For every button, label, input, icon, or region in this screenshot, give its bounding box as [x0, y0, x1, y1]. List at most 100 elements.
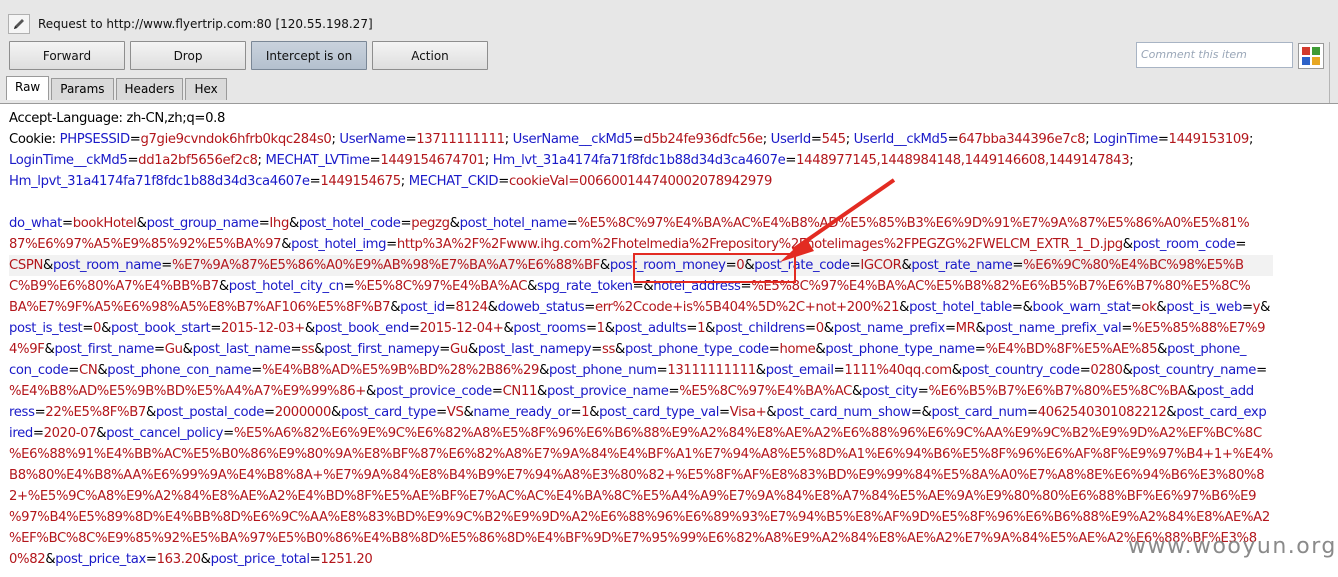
body-line: B8%80%E4%B8%AA%E6%99%9A%E4%B8%8A+%E7%9A%… — [9, 465, 1273, 486]
param-name: post_adults — [614, 321, 687, 336]
separator-text: & — [366, 384, 376, 399]
body-line: con_code=CN&post_phone_con_name=%E4%B8%A… — [9, 360, 1273, 381]
separator-text: & — [218, 279, 229, 294]
param-name: post_card_exp — [1176, 405, 1267, 420]
separator-text: = — [32, 426, 44, 441]
separator-text: = — [309, 174, 321, 189]
separator-text: = — [127, 153, 139, 168]
separator-text: = — [343, 279, 355, 294]
separator-text: & — [487, 300, 498, 315]
param-value: bookHotel — [72, 216, 137, 231]
param-name: LoginTime__ckMd5 — [9, 153, 128, 168]
separator-text: = — [566, 216, 578, 231]
separator-text: Cookie: — [9, 132, 60, 147]
param-value: 2000000 — [274, 405, 332, 420]
param-value: 0280 — [1090, 363, 1123, 378]
tab-headers[interactable]: Headers — [115, 78, 184, 100]
param-value: %E6%9C%80%E4%BC%98%E5%B — [1023, 258, 1244, 273]
param-name: post_country_code — [961, 363, 1080, 378]
intercept-toggle-button[interactable]: Intercept is on — [251, 41, 367, 70]
separator-text: = — [1079, 363, 1091, 378]
param-name: Hm_lpvt_31a4174fa71f8fdc1b88d34d3ca4607e — [9, 174, 310, 189]
param-name: post_book_start — [111, 321, 211, 336]
param-value: Ihg — [269, 216, 289, 231]
body-line: %97%B4%E5%89%8D%E4%BB%8D%E6%9C%AA%E8%83%… — [9, 507, 1273, 528]
separator-text: ; — [1248, 132, 1254, 147]
raw-request-editor[interactable]: Accept-Language: zh-CN,zh;q=0.8 Cookie: P… — [0, 103, 1338, 577]
tab-params[interactable]: Params — [51, 78, 114, 100]
param-value: 1449154674701 — [380, 153, 485, 168]
comment-input[interactable]: Comment this item — [1136, 42, 1293, 68]
param-value: %97%B4%E5%89%8D%E4%BB%8D%E6%9C%AA%E8%83%… — [9, 510, 1270, 525]
separator-text: =& — [1011, 300, 1033, 315]
tab-hex[interactable]: Hex — [185, 78, 227, 100]
body-line: %E6%88%91%E4%BB%AC%E5%B0%86%E9%80%9A%E8%… — [9, 444, 1273, 465]
param-name: ired — [9, 426, 33, 441]
param-value: %E4%B8%AD%E5%9B%BD%28%2B86%29 — [261, 363, 540, 378]
param-name: Hm_lvt_31a4174fa71f8fdc1b88d34d3ca4607e — [492, 153, 786, 168]
separator-text: = — [82, 321, 94, 336]
separator-text: & — [527, 279, 538, 294]
separator-text: = — [34, 405, 46, 420]
request-header-row: Request to http://www.flyertrip.com:80 [… — [8, 11, 373, 37]
param-name: post_price_tax — [55, 552, 146, 567]
separator-text: & — [44, 342, 55, 357]
separator-text: & — [145, 405, 156, 420]
separator-text: & — [852, 384, 862, 399]
body-line: Accept-Language: zh-CN,zh;q=0.8 — [9, 108, 1273, 129]
separator-text: = — [498, 174, 509, 189]
message-view-tabs: Raw Params Headers Hex — [6, 76, 229, 100]
param-name: do_what — [9, 216, 62, 231]
separator-text: & — [1157, 342, 1168, 357]
param-value: err%2Ccode+is%5B404%5D%2C+not+200%21 — [594, 300, 900, 315]
param-name: post_room_code — [1132, 237, 1236, 252]
param-value: 4062540301082212 — [1037, 405, 1167, 420]
tab-raw[interactable]: Raw — [6, 76, 50, 100]
action-button[interactable]: Action — [372, 41, 488, 70]
param-value: CN — [78, 363, 98, 378]
body-line: ired=2020-07&post_cancel_policy=%E5%A6%8… — [9, 423, 1273, 444]
forward-button[interactable]: Forward — [9, 41, 125, 70]
param-name: MECHAT_LVTime — [265, 153, 370, 168]
param-name: post_provice_code — [375, 384, 492, 399]
param-name: post_card_type_val — [599, 405, 720, 420]
separator-text: = — [405, 132, 417, 147]
param-name: post_postal_code — [155, 405, 265, 420]
param-value: BA%E7%9F%A5%E6%98%A5%E8%B7%AF106%E5%8F%B… — [9, 300, 391, 315]
param-value: 1111%40qq.com — [844, 363, 952, 378]
separator-text: & — [97, 363, 108, 378]
param-value: CSPN — [9, 258, 43, 273]
separator-text: =& — [910, 405, 932, 420]
param-name: post_country_name — [1132, 363, 1257, 378]
param-value: 1449154675 — [320, 174, 401, 189]
param-name: UserName — [339, 132, 406, 147]
param-value: 2015-12-04+ — [419, 321, 504, 336]
separator-text: ; — [400, 174, 409, 189]
param-value: home — [779, 342, 816, 357]
separator-text: & — [899, 300, 910, 315]
separator-text: & — [539, 363, 550, 378]
param-name: post_email — [765, 363, 834, 378]
param-value: Gu — [449, 342, 468, 357]
separator-text: & — [200, 552, 211, 567]
param-name: post_is_web — [1166, 300, 1242, 315]
param-value: 22%E5%8F%B7 — [45, 405, 146, 420]
separator-text: = — [719, 405, 730, 420]
highlight-color-picker-icon[interactable] — [1298, 43, 1324, 69]
separator-text: = — [161, 258, 172, 273]
drop-button[interactable]: Drop — [130, 41, 246, 70]
separator-text: & — [1186, 384, 1197, 399]
separator-text: ; — [762, 132, 771, 147]
separator-text: = — [947, 132, 959, 147]
separator-text: = — [444, 300, 456, 315]
separator-text: & — [449, 216, 460, 231]
param-name: post_rooms — [513, 321, 586, 336]
separator-text: & — [331, 405, 341, 420]
edit-pencil-icon[interactable] — [8, 14, 30, 34]
param-value: http%3A%2F%2Fwww.ihg.com%2Fhotelmedia%2F… — [396, 237, 1123, 252]
separator-text: Accept-Language: zh-CN,zh;q=0.8 — [9, 111, 225, 126]
separator-text: = — [686, 321, 698, 336]
param-value: 87%E6%97%A5%E9%85%92%E5%BA%97 — [9, 237, 282, 252]
param-name: post_childrens — [715, 321, 806, 336]
separator-text: = — [1130, 300, 1142, 315]
